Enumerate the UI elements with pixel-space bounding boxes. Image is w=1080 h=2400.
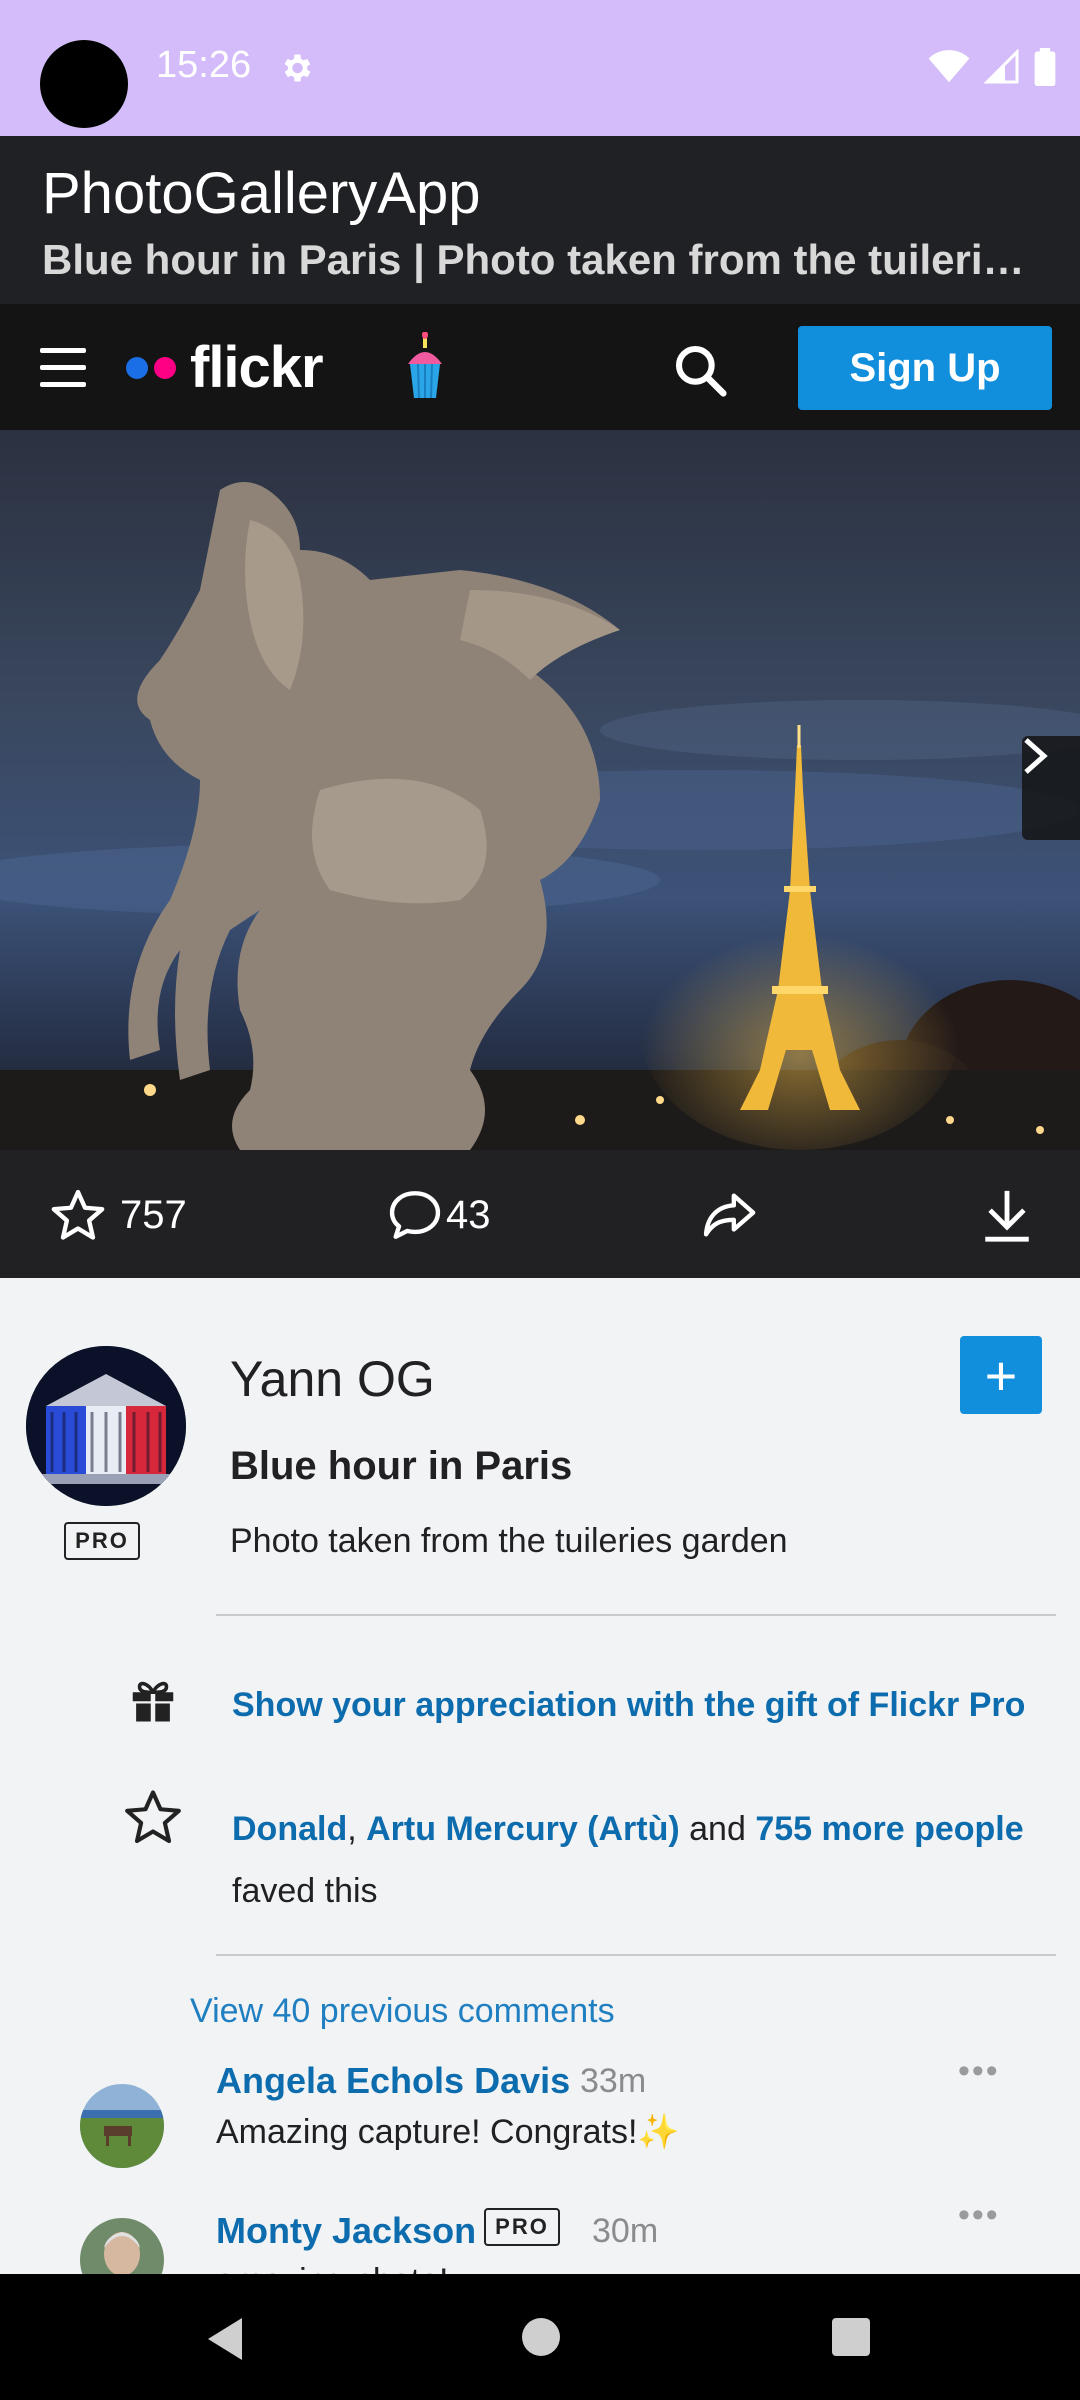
main-photo[interactable] <box>0 430 1080 1150</box>
cupcake-icon[interactable] <box>400 332 450 402</box>
status-time: 15:26 <box>156 44 252 86</box>
comments-button[interactable]: 43 <box>386 1186 491 1244</box>
star-icon <box>125 1790 181 1844</box>
commenter-name[interactable]: Monty Jackson <box>216 2210 476 2252</box>
commenter-name[interactable]: Angela Echols Davis <box>216 2060 570 2102</box>
more-faves-link[interactable]: 755 more people <box>755 1810 1023 1848</box>
fave-suffix: faved this <box>232 1872 378 1910</box>
next-photo-button[interactable] <box>1022 736 1080 840</box>
status-bar: 15:26 <box>0 0 1080 136</box>
download-icon <box>985 1190 1029 1242</box>
photo-actions-bar: 757 43 <box>0 1150 1080 1278</box>
download-button[interactable] <box>978 1186 1048 1244</box>
signal-icon <box>984 49 1019 84</box>
app-title: PhotoGalleryApp <box>42 161 481 226</box>
commenter-avatar[interactable] <box>80 2218 164 2274</box>
fave-user-link[interactable]: Artu Mercury (Artù) <box>366 1810 680 1848</box>
home-icon[interactable] <box>522 2318 560 2356</box>
logo-blue-dot <box>126 356 148 379</box>
star-icon <box>51 1189 105 1240</box>
owner-avatar[interactable] <box>26 1346 186 1506</box>
logo-pink-dot <box>154 356 176 379</box>
view-previous-comments-link[interactable]: View 40 previous comments <box>190 1992 615 2031</box>
camera-cutout <box>40 40 128 128</box>
divider <box>216 1614 1056 1616</box>
sign-up-button[interactable]: Sign Up <box>798 326 1052 410</box>
comment-more-button[interactable]: ••• <box>958 2196 1000 2235</box>
page-subtitle: Blue hour in Paris | Photo taken from th… <box>42 236 1042 283</box>
commenter-pro-badge: PRO <box>484 2208 560 2246</box>
logo-text: flickr <box>190 335 324 400</box>
photo-details: PRO Yann OG + Blue hour in Paris Photo t… <box>0 1278 1080 2274</box>
wifi-icon <box>928 50 970 83</box>
chevron-right-icon <box>1024 738 1048 774</box>
comment-time: 30m <box>592 2212 659 2250</box>
comment-text: Amazing capture! Congrats!✨ <box>216 2113 680 2151</box>
recents-icon[interactable] <box>832 2318 870 2356</box>
flickr-header: flickr Sign Up <box>0 304 1080 430</box>
fave-user-link[interactable]: Donald <box>232 1810 347 1848</box>
flickr-logo[interactable]: flickr <box>126 334 324 401</box>
comment-time: 33m <box>580 2062 647 2100</box>
follow-button[interactable]: + <box>960 1336 1042 1414</box>
commenter-avatar-image <box>80 2218 164 2274</box>
faves-summary: Donald, Artu Mercury (Artù) and 755 more… <box>232 1798 1062 1922</box>
comment-icon <box>389 1191 441 1239</box>
photo-title: Blue hour in Paris <box>230 1444 573 1488</box>
comment-more-button[interactable]: ••• <box>958 2052 1000 2091</box>
owner-pro-badge: PRO <box>64 1522 140 1560</box>
owner-avatar-image <box>26 1346 186 1506</box>
comments-count: 43 <box>446 1192 491 1237</box>
divider <box>216 1954 1056 1956</box>
faves-count: 757 <box>120 1192 187 1237</box>
commenter-avatar-image <box>80 2084 164 2168</box>
commenter-avatar[interactable] <box>80 2084 164 2168</box>
photo-illustration <box>0 482 1080 1150</box>
gift-pro-link[interactable]: Show your appreciation with the gift of … <box>232 1686 1025 1725</box>
battery-icon <box>1034 48 1056 86</box>
system-navigation-bar <box>0 2274 1080 2400</box>
photo-description: Photo taken from the tuileries garden <box>230 1522 788 1560</box>
fave-button[interactable]: 757 <box>48 1186 187 1244</box>
menu-icon[interactable] <box>40 348 86 388</box>
back-icon[interactable] <box>204 2316 246 2362</box>
fave-separator: , <box>347 1810 367 1848</box>
fave-and: and <box>679 1810 756 1848</box>
search-icon[interactable] <box>672 342 728 398</box>
app-bar: PhotoGalleryApp Blue hour in Paris | Pho… <box>0 136 1080 304</box>
comment-text: amazing photo! <box>216 2262 449 2274</box>
gift-icon <box>132 1681 174 1722</box>
settings-gear-icon <box>284 54 311 82</box>
share-icon <box>703 1193 756 1237</box>
owner-name[interactable]: Yann OG <box>230 1350 435 1408</box>
share-button[interactable] <box>698 1186 772 1244</box>
